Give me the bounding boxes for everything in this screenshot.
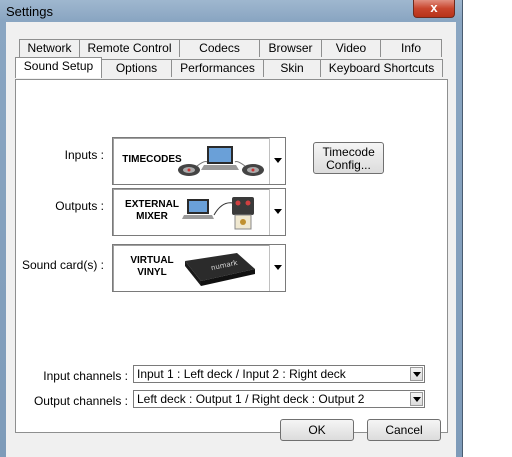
tab-label: Codecs: [199, 41, 240, 55]
input-channels-select[interactable]: Input 1 : Left deck / Input 2 : Right de…: [133, 365, 425, 383]
input-channels-value: Input 1 : Left deck / Input 2 : Right de…: [137, 367, 346, 381]
tab-remote-control[interactable]: Remote Control: [79, 39, 180, 57]
close-button[interactable]: x: [413, 0, 455, 18]
dialog-client: Network Remote Control Codecs Browser Vi…: [6, 22, 456, 457]
tab-network[interactable]: Network: [19, 39, 80, 57]
timecode-config-label: Timecode Config...: [322, 145, 375, 172]
tab-browser[interactable]: Browser: [259, 39, 322, 57]
soundcard-dropdown[interactable]: VIRTUAL VINYL numark: [112, 244, 286, 292]
inputs-label: Inputs :: [64, 148, 104, 162]
tab-video[interactable]: Video: [321, 39, 381, 57]
tab-info[interactable]: Info: [380, 39, 442, 57]
tab-label: Network: [27, 41, 72, 55]
output-channels-value: Left deck : Output 1 / Right deck : Outp…: [137, 392, 365, 406]
title-bar[interactable]: Settings x: [0, 0, 462, 22]
timecode-config-button[interactable]: Timecode Config...: [313, 142, 384, 174]
chevron-down-icon[interactable]: [269, 138, 285, 184]
output-channels-select[interactable]: Left deck : Output 1 / Right deck : Outp…: [133, 390, 425, 408]
outputs-dropdown[interactable]: EXTERNAL MIXER: [112, 188, 286, 236]
chevron-down-icon[interactable]: [269, 245, 285, 291]
close-icon: x: [430, 0, 438, 15]
sound-setup-panel: Inputs : TIMECODES Timecode Config... Ou…: [15, 79, 448, 433]
tab-label: Remote Control: [87, 41, 172, 55]
settings-window: Settings x Network Remote Control Codecs…: [0, 0, 463, 457]
tab-label: Performances: [180, 61, 255, 75]
tab-performances[interactable]: Performances: [171, 59, 264, 77]
chevron-down-icon[interactable]: [410, 392, 423, 406]
tab-label: Video: [335, 41, 367, 55]
turntables-laptop-icon: [178, 146, 264, 176]
soundcard-label: Sound card(s) :: [21, 258, 104, 272]
external-mixer-icon: [182, 197, 254, 230]
tab-label: Skin: [280, 61, 304, 75]
tab-label: Browser: [268, 41, 313, 55]
ok-button[interactable]: OK: [280, 419, 354, 441]
tab-label: Options: [115, 61, 158, 75]
tab-label: Info: [400, 41, 421, 55]
ok-label: OK: [308, 423, 326, 437]
tab-skin[interactable]: Skin: [263, 59, 321, 77]
inputs-dropdown[interactable]: TIMECODES: [112, 137, 286, 185]
tab-label: Keyboard Shortcuts: [328, 61, 435, 75]
cancel-button[interactable]: Cancel: [367, 419, 441, 441]
chevron-down-icon[interactable]: [410, 367, 423, 381]
input-channels-label: Input channels :: [43, 369, 128, 383]
tab-codecs[interactable]: Codecs: [179, 39, 260, 57]
window-title: Settings: [6, 4, 53, 19]
tab-keyboard-shortcuts[interactable]: Keyboard Shortcuts: [320, 59, 443, 77]
tab-options[interactable]: Options: [101, 59, 172, 77]
cancel-label: Cancel: [385, 423, 423, 437]
numark-soundcard-icon: numark: [185, 253, 255, 286]
tab-label: Sound Setup: [23, 59, 94, 73]
tab-sound-setup[interactable]: Sound Setup: [15, 57, 102, 78]
outputs-label: Outputs :: [55, 199, 104, 213]
chevron-down-icon[interactable]: [269, 189, 285, 235]
output-channels-label: Output channels :: [33, 394, 128, 408]
